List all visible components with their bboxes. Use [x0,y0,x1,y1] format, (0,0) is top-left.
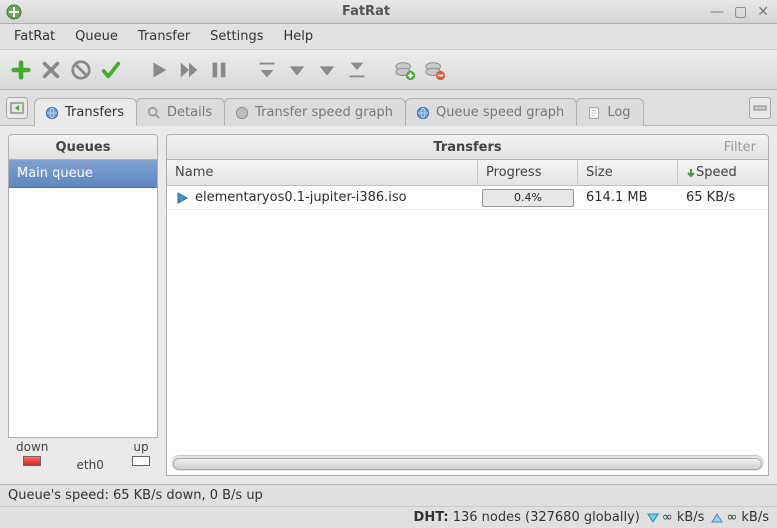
queue-add-button[interactable] [392,57,418,83]
globe-icon [45,106,59,120]
window-controls: — ▢ ✕ [710,5,769,19]
transfer-name: elementaryos0.1-jupiter-i386.iso [195,190,407,205]
queue-item-main[interactable]: Main queue [9,160,157,188]
queues-list[interactable]: Main queue [8,160,158,438]
panel-toggle-right[interactable] [749,97,771,119]
download-rate-icon [646,511,660,525]
app-icon [6,4,22,20]
status-bar-queue: Queue's speed: 65 KB/s down, 0 B/s up [0,484,777,506]
table-header: Name Progress Size Speed [167,160,768,186]
queue-speed-text: Queue's speed: 65 KB/s down, 0 B/s up [8,488,263,503]
title-bar: FatRat — ▢ ✕ [0,0,777,24]
table-body: elementaryos0.1-jupiter-i386.iso 0.4% 61… [167,186,768,455]
column-speed-label: Speed [696,165,737,180]
queue-item-label: Main queue [17,166,93,181]
central-area: Queues Main queue down eth0 up Transfers… [0,126,777,484]
tab-log[interactable]: Log [576,98,643,126]
add-button[interactable] [8,57,34,83]
column-progress[interactable]: Progress [478,160,578,185]
move-bottom-button[interactable] [344,57,370,83]
menu-transfer[interactable]: Transfer [130,26,198,47]
remove-button[interactable] [38,57,64,83]
tab-strip: Transfers Details Transfer speed graph Q… [0,90,777,126]
magnifier-icon [147,106,161,120]
queue-remove-button[interactable] [422,57,448,83]
menu-fatrat[interactable]: FatRat [6,26,63,47]
upload-rate: ∞ kB/s [726,510,769,525]
move-down-button[interactable] [314,57,340,83]
tab-label: Details [167,105,212,120]
download-rate: ∞ kB/s [662,510,705,525]
cancel-button[interactable] [68,57,94,83]
tab-queue-speed-graph[interactable]: Queue speed graph [405,98,577,126]
progress-label: 0.4% [483,190,573,206]
queues-panel: Queues Main queue down eth0 up [8,134,158,476]
down-label: down [16,440,48,454]
interface-label: eth0 [77,458,104,476]
toolbar [0,50,777,90]
menu-bar: FatRat Queue Transfer Settings Help [0,24,777,50]
minimize-button[interactable]: — [710,5,724,19]
tab-details[interactable]: Details [136,98,225,126]
transfer-speed: 65 KB/s [678,190,768,205]
filter-input[interactable]: Filter [724,140,756,155]
close-button[interactable]: ✕ [757,5,769,19]
move-top-button[interactable] [254,57,280,83]
progress-bar: 0.4% [482,189,574,207]
upload-rate-icon [710,511,724,525]
tab-transfers[interactable]: Transfers [34,98,137,126]
window-title: FatRat [22,4,710,19]
menu-help[interactable]: Help [276,26,322,47]
menu-queue[interactable]: Queue [67,26,126,47]
horizontal-scrollbar[interactable] [171,455,764,471]
tab-label: Log [607,105,630,120]
panel-toggle-left[interactable] [6,97,28,119]
queues-header: Queues [8,134,158,160]
status-bar-global: DHT: 136 nodes (327680 globally) ∞ kB/s … [0,506,777,528]
down-led-icon [23,456,41,466]
dht-value: 136 nodes (327680 globally) [453,510,640,525]
pause-button[interactable] [206,57,232,83]
arrow-down-icon [686,168,696,178]
start-button[interactable] [146,57,172,83]
tab-label: Queue speed graph [436,105,564,120]
maximize-button[interactable]: ▢ [734,5,747,19]
down-indicator: down [16,440,48,466]
document-icon [587,106,601,120]
play-icon [175,191,189,205]
dht-label: DHT: [414,510,449,525]
menu-settings[interactable]: Settings [202,26,271,47]
table-row[interactable]: elementaryos0.1-jupiter-i386.iso 0.4% 61… [167,186,768,210]
column-size[interactable]: Size [578,160,678,185]
up-label: up [133,440,148,454]
column-name[interactable]: Name [167,160,478,185]
transfers-panel: Transfers Filter Name Progress Size Spee… [166,134,769,476]
globe-icon [416,106,430,120]
tab-label: Transfer speed graph [255,105,393,120]
globe-icon [235,106,249,120]
tab-transfer-speed-graph[interactable]: Transfer speed graph [224,98,406,126]
transfers-title: Transfers [167,140,768,155]
up-led-icon [132,456,150,466]
move-up-button[interactable] [284,57,310,83]
transfers-table: Name Progress Size Speed elementaryos0.1… [166,160,769,476]
tab-label: Transfers [65,105,124,120]
queue-footer: down eth0 up [8,438,158,476]
transfers-header: Transfers Filter [166,134,769,160]
force-start-button[interactable] [176,57,202,83]
column-speed[interactable]: Speed [678,160,768,185]
up-indicator: up [132,440,150,466]
check-button[interactable] [98,57,124,83]
transfer-size: 614.1 MB [578,190,678,205]
